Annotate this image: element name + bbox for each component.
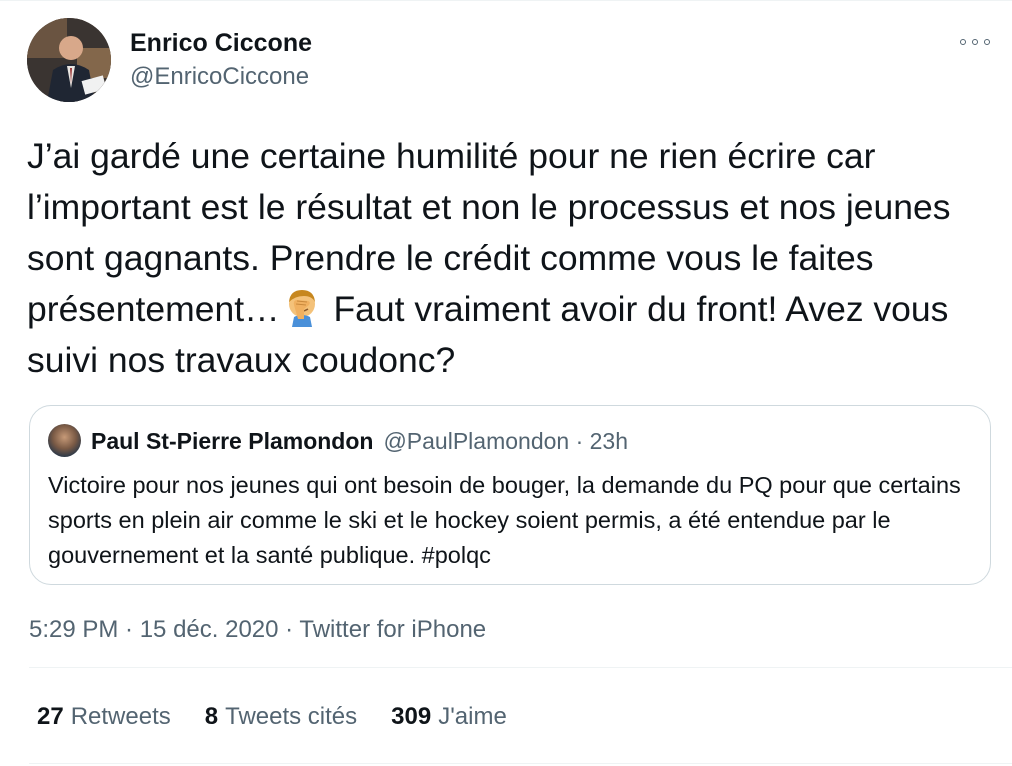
author-names: Enrico Ciccone @EnricoCiccone xyxy=(130,28,312,92)
likes-count: 309 xyxy=(391,703,432,730)
more-icon-dot xyxy=(960,39,966,45)
avatar[interactable] xyxy=(27,18,111,102)
quote-tweets-stat[interactable]: 8 Tweets cités xyxy=(205,700,357,734)
quoted-handle-time: @PaulPlamondon · 23h xyxy=(383,427,629,454)
tweet-stats: 27 Retweets 8 Tweets cités 309 J'aime xyxy=(37,700,541,734)
author-display-name[interactable]: Enrico Ciccone xyxy=(130,28,312,58)
top-divider xyxy=(0,0,1012,1)
likes-stat[interactable]: 309 J'aime xyxy=(391,700,507,734)
tweet-header: Enrico Ciccone @EnricoCiccone xyxy=(27,18,312,102)
quoted-display-name: Paul St-Pierre Plamondon xyxy=(91,427,374,454)
quote-tweets-label: Tweets cités xyxy=(225,703,358,730)
divider xyxy=(29,667,1012,668)
quoted-avatar xyxy=(48,424,81,457)
author-handle[interactable]: @EnricoCiccone xyxy=(130,62,312,92)
likes-label: J'aime xyxy=(438,703,507,730)
quoted-tweet-text: Victoire pour nos jeunes qui ont besoin … xyxy=(48,472,961,568)
more-icon-dot xyxy=(984,39,990,45)
retweets-label: Retweets xyxy=(70,703,171,730)
quoted-tweet[interactable]: Paul St-Pierre Plamondon @PaulPlamondon … xyxy=(29,405,991,585)
more-icon-dot xyxy=(972,39,978,45)
facepalm-icon xyxy=(282,287,322,327)
retweets-stat[interactable]: 27 Retweets xyxy=(37,700,171,734)
more-options-button[interactable] xyxy=(960,34,990,50)
quote-tweets-count: 8 xyxy=(204,703,219,730)
tweet-card: Enrico Ciccone @EnricoCiccone J’ai gardé… xyxy=(0,0,1012,766)
tweet-text: J’ai gardé une certaine humilité pour ne… xyxy=(27,131,987,386)
retweets-count: 27 xyxy=(37,703,64,730)
divider xyxy=(29,763,1012,764)
quoted-tweet-header: Paul St-Pierre Plamondon @PaulPlamondon … xyxy=(48,424,628,457)
tweet-timestamp[interactable]: 5:29 PM · 15 déc. 2020 · Twitter for iPh… xyxy=(29,613,486,647)
